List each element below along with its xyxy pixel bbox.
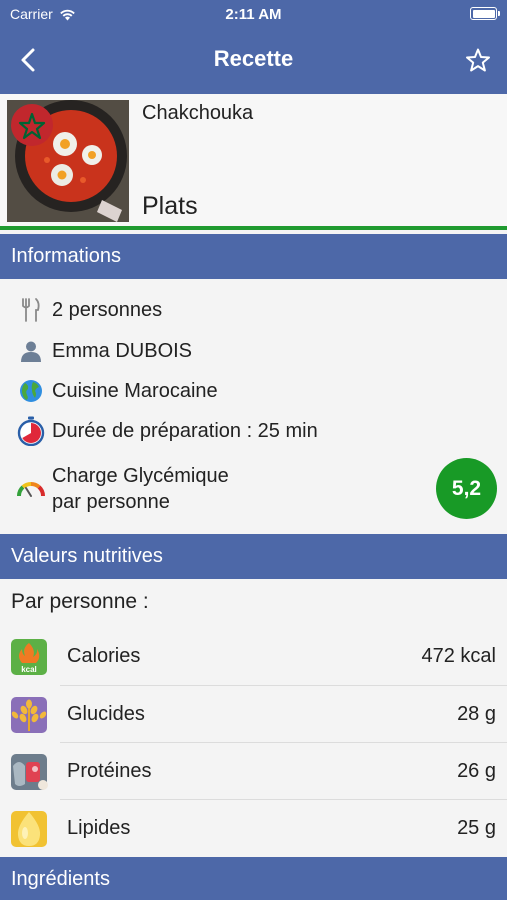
star-outline-icon <box>466 48 490 72</box>
recipe-category: Plats <box>142 192 198 220</box>
info-cuisine: Cuisine Marocaine <box>0 376 507 406</box>
favorite-button[interactable] <box>465 46 491 74</box>
duration-text: Durée de préparation : 25 min <box>52 420 318 442</box>
ingredients-header: Ingrédients <box>0 857 507 900</box>
glycemic-label-line1: Charge Glycémique <box>52 465 229 487</box>
author-text: Emma DUBOIS <box>52 340 193 362</box>
stopwatch-icon <box>16 416 46 446</box>
info-glycemic: Charge Glycémique par personne 5,2 <box>0 458 507 520</box>
page-title: Recette <box>213 46 294 71</box>
nutrition-label: Protéines <box>67 760 152 782</box>
info-duration: Durée de préparation : 25 min <box>0 416 507 446</box>
status-time: 2:11 AM <box>225 6 282 23</box>
morocco-flag-icon <box>11 104 53 146</box>
per-person-label: Par personne : <box>11 590 149 613</box>
globe-icon <box>16 376 46 406</box>
nutrition-value: 26 g <box>457 760 496 782</box>
nutrition-row-lipides: Lipides 25 g <box>0 800 507 857</box>
info-servings: 2 personnes <box>0 295 507 325</box>
status-bar: Carrier 2:11 AM <box>0 0 507 30</box>
servings-text: 2 personnes <box>52 299 163 321</box>
nutrition-value: 25 g <box>457 817 496 839</box>
recipe-photo <box>7 100 129 222</box>
nutrition-label: Glucides <box>67 703 145 725</box>
kcal-flame-icon: kcal <box>11 638 47 675</box>
nutrition-value: 28 g <box>457 703 496 725</box>
nutrition-label: Lipides <box>67 817 131 839</box>
info-author: Emma DUBOIS <box>0 336 507 366</box>
oil-drop-icon <box>11 810 47 847</box>
app-header: Carrier 2:11 AM Recette <box>0 0 507 94</box>
glycemic-label-line2: par personne <box>52 491 170 513</box>
nutrition-row-glucides: Glucides 28 g <box>0 686 507 743</box>
glycemic-badge: 5,2 <box>436 458 497 519</box>
person-icon <box>16 336 46 366</box>
wheat-icon <box>11 696 47 733</box>
glycemic-label: Charge Glycémique par personne <box>52 463 229 515</box>
nutrition-label: Calories <box>67 645 141 667</box>
nutrition-header: Valeurs nutritives <box>0 534 507 579</box>
recipe-card: Chakchouka Plats <box>0 94 507 230</box>
fish-meat-icon <box>11 753 48 790</box>
nutrition-row-proteines: Protéines 26 g <box>0 743 507 800</box>
fork-knife-icon <box>16 295 46 325</box>
informations-header: Informations <box>0 234 507 279</box>
cuisine-text: Cuisine Marocaine <box>52 380 218 402</box>
nutrition-row-calories: kcal Calories 472 kcal <box>0 628 507 685</box>
recipe-name: Chakchouka <box>142 102 254 124</box>
gauge-icon <box>16 474 46 504</box>
nutrition-value: 472 kcal <box>421 645 497 667</box>
battery-icon <box>470 7 500 20</box>
svg-text:kcal: kcal <box>21 665 37 674</box>
